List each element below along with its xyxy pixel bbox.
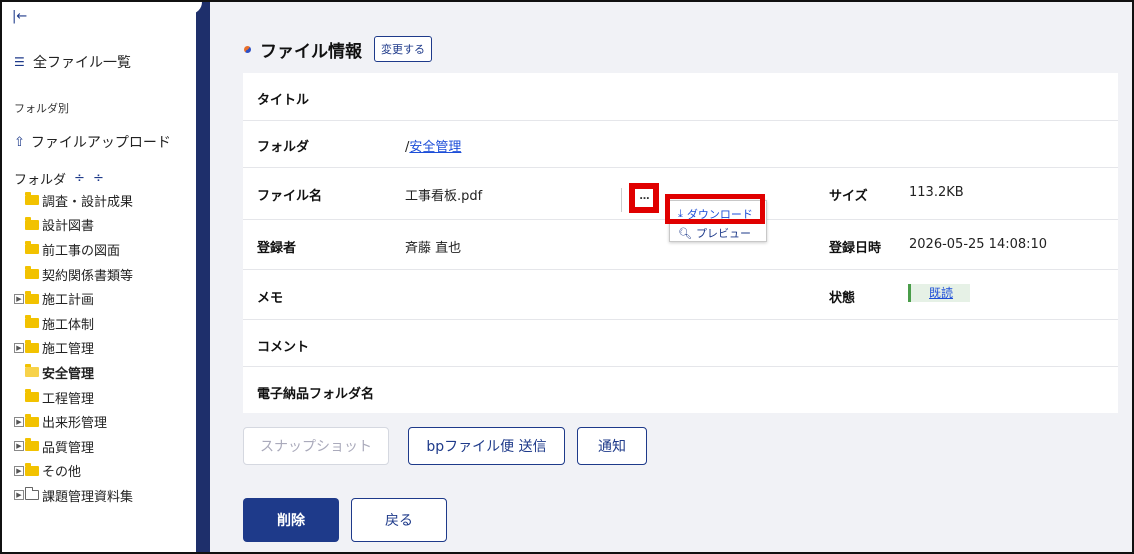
size-label: サイズ — [829, 189, 868, 204]
expand-icon[interactable]: ▶ — [14, 416, 24, 427]
page-header: ファイル情報 変更する — [244, 36, 432, 62]
row-folder: フォルダ /安全管理 — [243, 121, 1118, 168]
notify-button[interactable]: 通知 — [577, 427, 647, 465]
folder-empty-icon — [25, 487, 39, 501]
expand-icon[interactable]: ▶ — [14, 342, 24, 353]
folder-icon — [25, 266, 39, 280]
tree-item-kadai[interactable]: ▶ 課題管理資料集 — [14, 483, 133, 508]
delete-button[interactable]: 削除 — [243, 498, 339, 542]
back-button[interactable]: 戻る — [351, 498, 447, 542]
upload-label: ファイルアップロード — [30, 135, 171, 151]
row-comment: コメント — [243, 320, 1118, 367]
tree-item-label: 設計図書 — [42, 219, 95, 235]
status-label: 状態 — [829, 291, 856, 306]
folder-icon — [25, 241, 39, 255]
folder-heading: フォルダ ÷ ÷ — [14, 169, 106, 188]
tree-item-label: 出来形管理 — [42, 416, 108, 432]
registered-at-label: 登録日時 — [829, 241, 882, 256]
folder-icon — [25, 462, 39, 476]
sidebar-divider — [190, 2, 210, 552]
tree-item-label: 課題管理資料集 — [42, 489, 134, 505]
change-button[interactable]: 変更する — [374, 36, 432, 62]
folder-icon — [25, 389, 39, 403]
tree-item-sekkei[interactable]: 設計図書 — [14, 213, 133, 238]
file-info-card: タイトル フォルダ /安全管理 ファイル名 工事看板.pdf サイズ 113.2… — [243, 73, 1118, 413]
section-label: フォルダ別 — [14, 102, 69, 115]
folder-link[interactable]: 安全管理 — [409, 140, 461, 155]
tree-item-label: 施工体制 — [42, 317, 95, 333]
row-title: タイトル — [243, 73, 1118, 121]
folder-icon — [25, 413, 39, 427]
memo-label: メモ — [257, 291, 284, 306]
tree-item-label: 安全管理 — [42, 366, 95, 382]
folder-tree: 調査・設計成果 設計図書 前工事の図面 契約関係書類等 ▶ 施工計画 施工体制 ▶… — [14, 188, 133, 508]
tree-item-label: 契約関係書類等 — [42, 268, 134, 284]
upload-icon: ⇧ — [14, 134, 25, 150]
filename-value: 工事看板.pdf — [405, 189, 483, 204]
tree-item-chousa[interactable]: 調査・設計成果 — [14, 188, 133, 213]
expand-icon[interactable]: ▶ — [14, 441, 24, 452]
registered-at-value: 2026-05-25 14:08:10 — [909, 237, 1048, 252]
expand-icon[interactable]: ▶ — [14, 293, 24, 304]
all-files-label: 全ファイル一覧 — [33, 55, 131, 71]
separator — [621, 188, 622, 212]
row-memo: メモ 状態 既読 — [243, 270, 1118, 320]
all-files-link[interactable]: ☰ 全ファイル一覧 — [14, 52, 131, 72]
expand-icon[interactable]: ▶ — [14, 490, 24, 501]
folder-heading-label: フォルダ — [14, 173, 67, 188]
tree-item-koutei-kanri[interactable]: 工程管理 — [14, 385, 133, 410]
tree-item-label: その他 — [42, 465, 82, 481]
folder-value: /安全管理 — [405, 136, 461, 155]
filename-label: ファイル名 — [257, 189, 323, 204]
more-options-button[interactable]: … — [629, 183, 659, 213]
tree-item-label: 施工管理 — [42, 342, 95, 358]
folder-icon — [25, 339, 39, 353]
tree-item-sekou-kanri[interactable]: ▶ 施工管理 — [14, 336, 133, 361]
tree-item-zenkouji[interactable]: 前工事の図面 — [14, 237, 133, 262]
tree-item-anzen-kanri[interactable]: 安全管理 — [14, 360, 133, 385]
registrant-label: 登録者 — [257, 241, 297, 256]
row-e-delivery: 電子納品フォルダ名 — [243, 367, 1118, 413]
registrant-value: 斉藤 直也 — [405, 241, 462, 256]
preview-menu-item[interactable]: 🔍︎ プレビュー — [678, 225, 751, 241]
tree-item-keiyaku[interactable]: 契約関係書類等 — [14, 262, 133, 287]
title-label: タイトル — [257, 93, 310, 108]
sidebar: |← ☰ 全ファイル一覧 フォルダ別 ⇧ ファイルアップロード フォルダ ÷ ÷… — [2, 2, 196, 552]
folder-icon — [25, 438, 39, 452]
tree-item-label: 施工計画 — [42, 293, 95, 309]
expand-icon[interactable]: ▶ — [14, 465, 24, 476]
page-title: ファイル情報 — [260, 41, 362, 62]
e-delivery-label: 電子納品フォルダ名 — [257, 387, 375, 402]
size-value: 113.2KB — [909, 185, 964, 200]
title-dot-icon — [244, 45, 251, 53]
file-upload-link[interactable]: ⇧ ファイルアップロード — [14, 132, 171, 152]
comment-label: コメント — [257, 340, 310, 355]
folder-open-icon — [25, 364, 39, 378]
folder-label: フォルダ — [257, 140, 310, 155]
list-icon: ☰ — [14, 55, 25, 69]
tree-item-label: 前工事の図面 — [42, 243, 121, 259]
tree-item-dekigata[interactable]: ▶ 出来形管理 — [14, 409, 133, 434]
tree-item-hinshitsu[interactable]: ▶ 品質管理 — [14, 434, 133, 459]
main-content: ファイル情報 変更する タイトル フォルダ /安全管理 ファイル名 工事看板.p… — [210, 2, 1132, 552]
tree-item-sekou-taisei[interactable]: 施工体制 — [14, 311, 133, 336]
preview-label: プレビュー — [695, 227, 751, 240]
tree-item-sonota[interactable]: ▶ その他 — [14, 459, 133, 484]
magnifier-icon: 🔍︎ — [678, 226, 692, 240]
tree-item-sekou-keikaku[interactable]: ▶ 施工計画 — [14, 286, 133, 311]
sort-icon[interactable]: ÷ ÷ — [74, 171, 106, 186]
snapshot-button[interactable]: スナップショット — [243, 427, 389, 465]
collapse-sidebar-icon[interactable]: |← — [12, 10, 27, 23]
tree-item-label: 調査・設計成果 — [42, 194, 134, 210]
bp-send-button[interactable]: bpファイル便 送信 — [408, 427, 565, 465]
folder-icon — [25, 216, 39, 230]
tree-item-label: 品質管理 — [42, 440, 95, 456]
folder-icon — [25, 315, 39, 329]
folder-icon — [25, 192, 39, 206]
folder-icon — [25, 290, 39, 304]
status-badge[interactable]: 既読 — [908, 284, 970, 302]
download-highlight — [665, 194, 765, 224]
tree-item-label: 工程管理 — [42, 391, 95, 407]
